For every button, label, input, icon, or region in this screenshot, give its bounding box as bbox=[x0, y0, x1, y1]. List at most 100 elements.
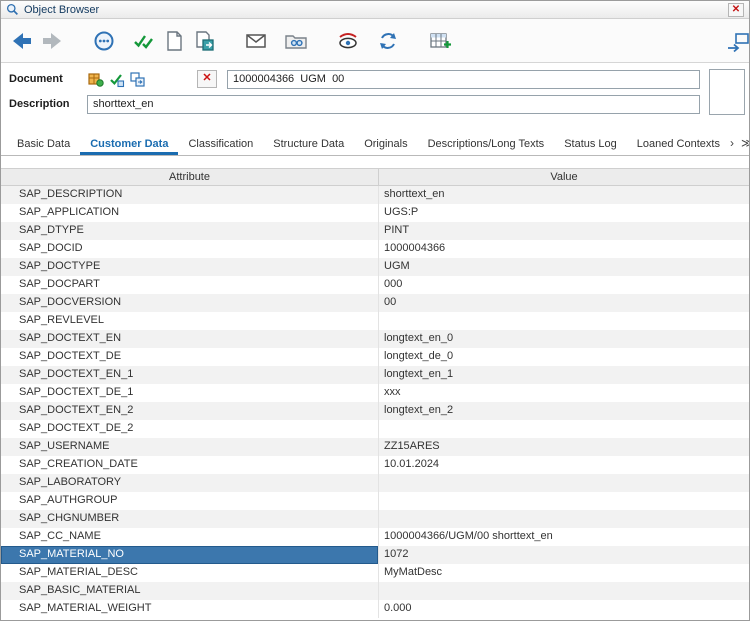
document-input[interactable] bbox=[227, 70, 700, 89]
apply-check-icon[interactable] bbox=[108, 71, 125, 88]
value-cell[interactable] bbox=[379, 582, 749, 600]
tab-classification[interactable]: Classification bbox=[178, 132, 263, 155]
verify-checks-button[interactable] bbox=[129, 26, 159, 56]
tab-basic-data[interactable]: Basic Data bbox=[7, 132, 80, 155]
value-cell[interactable]: longtext_en_0 bbox=[379, 330, 749, 348]
table-row[interactable]: SAP_DTYPEPINT bbox=[1, 222, 749, 240]
table-row[interactable]: SAP_MATERIAL_WEIGHT0.000 bbox=[1, 600, 749, 618]
attribute-cell[interactable]: SAP_DOCTYPE bbox=[1, 258, 379, 276]
value-cell[interactable]: MyMatDesc bbox=[379, 564, 749, 582]
value-cell[interactable]: UGM bbox=[379, 258, 749, 276]
double-chevron-right-icon[interactable]: ≫ bbox=[741, 136, 750, 150]
table-row[interactable]: SAP_DOCPART000 bbox=[1, 276, 749, 294]
attribute-cell[interactable]: SAP_MATERIAL_NO bbox=[1, 546, 379, 564]
attribute-cell[interactable]: SAP_DOCTEXT_EN bbox=[1, 330, 379, 348]
table-row[interactable]: SAP_REVLEVEL bbox=[1, 312, 749, 330]
value-cell[interactable]: shorttext_en bbox=[379, 186, 749, 204]
value-cell[interactable] bbox=[379, 510, 749, 528]
table-row[interactable]: SAP_CHGNUMBER bbox=[1, 510, 749, 528]
table-row[interactable]: SAP_DOCVERSION00 bbox=[1, 294, 749, 312]
attribute-cell[interactable]: SAP_USERNAME bbox=[1, 438, 379, 456]
value-cell[interactable]: PINT bbox=[379, 222, 749, 240]
value-cell[interactable]: 10.01.2024 bbox=[379, 456, 749, 474]
table-row[interactable]: SAP_DOCTEXT_DE_2 bbox=[1, 420, 749, 438]
mail-button[interactable] bbox=[241, 26, 271, 56]
attribute-cell[interactable]: SAP_DOCTEXT_DE_1 bbox=[1, 384, 379, 402]
tab-customer-data[interactable]: Customer Data bbox=[80, 132, 178, 155]
table-row[interactable]: SAP_DOCTEXT_EN_1longtext_en_1 bbox=[1, 366, 749, 384]
attribute-cell[interactable]: SAP_LABORATORY bbox=[1, 474, 379, 492]
table-row[interactable]: SAP_DOCID1000004366 bbox=[1, 240, 749, 258]
tab-originals[interactable]: Originals bbox=[354, 132, 417, 155]
value-cell[interactable]: longtext_de_0 bbox=[379, 348, 749, 366]
value-cell[interactable]: 0.000 bbox=[379, 600, 749, 618]
value-cell[interactable]: xxx bbox=[379, 384, 749, 402]
tab-descriptions-long-texts[interactable]: Descriptions/Long Texts bbox=[418, 132, 555, 155]
copy-document-button[interactable] bbox=[189, 26, 219, 56]
value-cell[interactable]: ZZ15ARES bbox=[379, 438, 749, 456]
table-row[interactable]: SAP_DOCTEXT_EN_2longtext_en_2 bbox=[1, 402, 749, 420]
attribute-cell[interactable]: SAP_CREATION_DATE bbox=[1, 456, 379, 474]
value-cell[interactable]: UGS:P bbox=[379, 204, 749, 222]
value-cell[interactable] bbox=[379, 474, 749, 492]
value-cell[interactable]: 1072 bbox=[379, 546, 749, 564]
description-input[interactable] bbox=[87, 95, 700, 114]
table-row[interactable]: SAP_DOCTEXT_ENlongtext_en_0 bbox=[1, 330, 749, 348]
refresh-button[interactable] bbox=[373, 26, 403, 56]
tab-loaned-contexts[interactable]: Loaned Contexts bbox=[627, 132, 730, 155]
tab-structure-data[interactable]: Structure Data bbox=[263, 132, 354, 155]
value-cell[interactable]: 1000004366 bbox=[379, 240, 749, 258]
table-row[interactable]: SAP_USERNAMEZZ15ARES bbox=[1, 438, 749, 456]
attribute-cell[interactable]: SAP_DOCID bbox=[1, 240, 379, 258]
attribute-cell[interactable]: SAP_DTYPE bbox=[1, 222, 379, 240]
options-button[interactable] bbox=[89, 26, 119, 56]
table-row[interactable]: SAP_DOCTYPEUGM bbox=[1, 258, 749, 276]
table-row[interactable]: SAP_LABORATORY bbox=[1, 474, 749, 492]
table-row[interactable]: SAP_DOCTEXT_DE_1xxx bbox=[1, 384, 749, 402]
attribute-cell[interactable]: SAP_DOCPART bbox=[1, 276, 379, 294]
value-cell[interactable]: longtext_en_2 bbox=[379, 402, 749, 420]
table-row[interactable]: SAP_MATERIAL_NO1072 bbox=[1, 546, 749, 564]
value-cell[interactable]: 00 bbox=[379, 294, 749, 312]
table-row[interactable]: SAP_AUTHGROUP bbox=[1, 492, 749, 510]
transfer-button[interactable] bbox=[723, 27, 750, 57]
table-row[interactable]: SAP_APPLICATIONUGS:P bbox=[1, 204, 749, 222]
attribute-cell[interactable]: SAP_CC_NAME bbox=[1, 528, 379, 546]
attribute-cell[interactable]: SAP_DESCRIPTION bbox=[1, 186, 379, 204]
new-document-button[interactable] bbox=[159, 26, 189, 56]
attribute-cell[interactable]: SAP_BASIC_MATERIAL bbox=[1, 582, 379, 600]
table-row[interactable]: SAP_BASIC_MATERIAL bbox=[1, 582, 749, 600]
table-row[interactable]: SAP_CREATION_DATE10.01.2024 bbox=[1, 456, 749, 474]
attribute-column-header[interactable]: Attribute bbox=[1, 169, 379, 185]
attribute-cell[interactable]: SAP_AUTHGROUP bbox=[1, 492, 379, 510]
table-row[interactable]: SAP_DOCTEXT_DElongtext_de_0 bbox=[1, 348, 749, 366]
value-cell[interactable] bbox=[379, 492, 749, 510]
table-row[interactable]: SAP_CC_NAME1000004366/UGM/00 shorttext_e… bbox=[1, 528, 749, 546]
clear-document-button[interactable]: ✕ bbox=[197, 70, 217, 88]
value-cell[interactable] bbox=[379, 420, 749, 438]
table-settings-button[interactable] bbox=[425, 26, 455, 56]
attribute-cell[interactable]: SAP_MATERIAL_DESC bbox=[1, 564, 379, 582]
back-button[interactable] bbox=[7, 26, 37, 56]
close-button[interactable]: ✕ bbox=[728, 3, 744, 17]
copy-values-icon[interactable] bbox=[129, 71, 146, 88]
tab-status-log[interactable]: Status Log bbox=[554, 132, 627, 155]
forward-button[interactable] bbox=[37, 26, 67, 56]
document-object-icon[interactable] bbox=[87, 71, 104, 88]
table-row[interactable]: SAP_MATERIAL_DESCMyMatDesc bbox=[1, 564, 749, 582]
attribute-cell[interactable]: SAP_APPLICATION bbox=[1, 204, 379, 222]
value-cell[interactable]: 1000004366/UGM/00 shorttext_en bbox=[379, 528, 749, 546]
attribute-cell[interactable]: SAP_REVLEVEL bbox=[1, 312, 379, 330]
attribute-cell[interactable]: SAP_DOCTEXT_DE_2 bbox=[1, 420, 379, 438]
value-cell[interactable]: 000 bbox=[379, 276, 749, 294]
table-row[interactable]: SAP_DESCRIPTIONshorttext_en bbox=[1, 186, 749, 204]
attribute-cell[interactable]: SAP_DOCVERSION bbox=[1, 294, 379, 312]
display-eye-button[interactable] bbox=[333, 26, 363, 56]
chevron-right-icon[interactable]: › bbox=[730, 136, 734, 150]
attribute-cell[interactable]: SAP_DOCTEXT_DE bbox=[1, 348, 379, 366]
value-column-header[interactable]: Value bbox=[379, 169, 749, 185]
attribute-cell[interactable]: SAP_DOCTEXT_EN_2 bbox=[1, 402, 379, 420]
attribute-cell[interactable]: SAP_MATERIAL_WEIGHT bbox=[1, 600, 379, 618]
value-cell[interactable] bbox=[379, 312, 749, 330]
attribute-cell[interactable]: SAP_DOCTEXT_EN_1 bbox=[1, 366, 379, 384]
